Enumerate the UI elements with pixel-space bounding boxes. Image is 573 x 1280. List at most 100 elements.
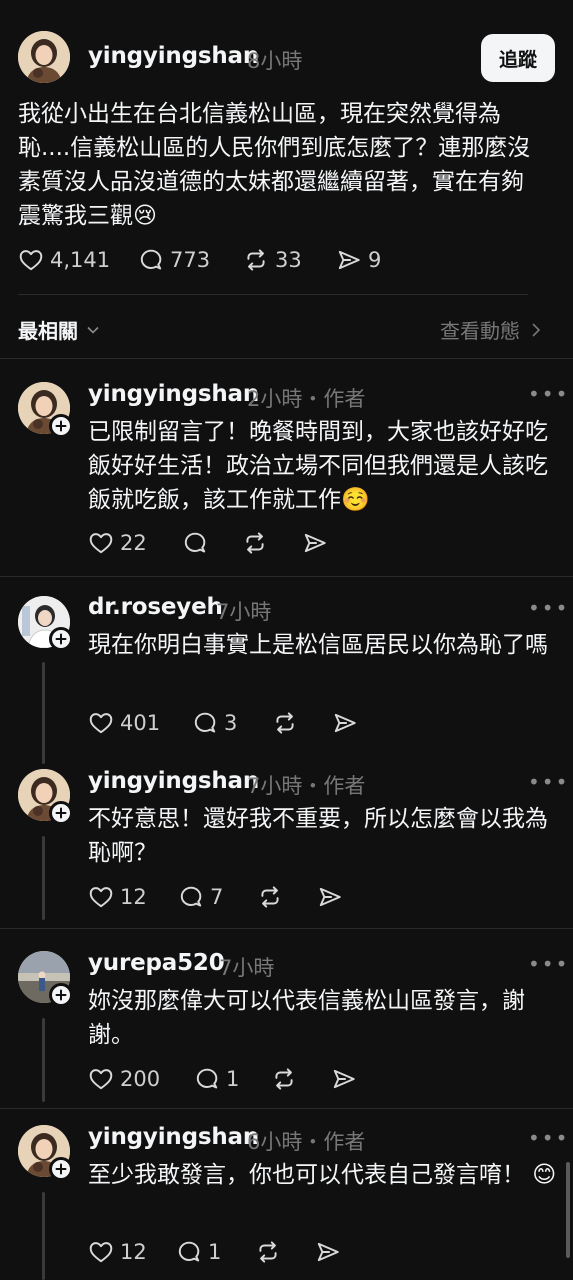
reply-time: 7小時・作者	[247, 770, 365, 800]
comment-bubble-icon	[178, 884, 204, 910]
divider	[0, 358, 573, 359]
post-like-button[interactable]: 4,141	[18, 247, 110, 273]
author-tag: ・作者	[302, 774, 366, 798]
chevron-right-icon	[532, 322, 541, 337]
reply-comment-button[interactable]: 3	[192, 710, 237, 736]
reply-time-value: 7小時	[247, 774, 303, 798]
reply-repost-button[interactable]	[271, 1066, 297, 1092]
thread-line	[42, 1192, 45, 1280]
reply-like-button[interactable]: 200	[88, 1066, 160, 1092]
send-icon	[332, 710, 358, 736]
reply-like-button[interactable]: 401	[88, 710, 160, 736]
post-author-avatar[interactable]	[18, 31, 70, 83]
author-tag: ・作者	[302, 1130, 366, 1154]
heart-icon	[88, 1066, 114, 1092]
heart-icon	[18, 247, 44, 273]
reply-comment-button[interactable]: 1	[194, 1066, 239, 1092]
post-share-button[interactable]: 9	[336, 247, 381, 273]
reply-text: 已限制留言了！晚餐時間到，大家也該好好吃飯好好生活！政治立場不同但我們還是人該吃…	[88, 419, 548, 513]
follow-plus-button[interactable]	[49, 801, 73, 825]
reply-username[interactable]: yingyingshan	[88, 381, 259, 407]
follow-plus-button[interactable]	[49, 1157, 73, 1181]
reply-username[interactable]: dr.roseyeh	[88, 594, 223, 620]
reply-like-count: 12	[120, 1240, 147, 1264]
send-icon	[336, 247, 362, 273]
reply-text: 至少我敢發言，你也可以代表自己發言唷！ 😊	[88, 1162, 557, 1188]
comment-bubble-icon	[192, 710, 218, 736]
reply-repost-button[interactable]	[255, 1239, 281, 1265]
reply-share-button[interactable]	[302, 530, 328, 556]
reply-share-button[interactable]	[331, 1066, 357, 1092]
reply-comment-button[interactable]: 1	[176, 1239, 221, 1265]
post-author-username[interactable]: yingyingshan	[88, 43, 259, 69]
post-repost-count: 33	[275, 248, 302, 272]
repost-icon	[257, 884, 283, 910]
plus-icon	[55, 633, 67, 645]
reply-time: 7小時	[216, 596, 271, 626]
divider	[18, 294, 528, 295]
avatar-image	[18, 31, 70, 83]
author-tag: ・作者	[302, 387, 366, 411]
comment-bubble-icon	[194, 1066, 220, 1092]
view-activity-label: 查看動態	[440, 319, 520, 343]
more-options-button[interactable]: •••	[528, 382, 569, 406]
reply-repost-button[interactable]	[272, 710, 298, 736]
post-repost-button[interactable]: 33	[243, 247, 302, 273]
scrollbar[interactable]	[566, 1162, 570, 1258]
reply-like-button[interactable]: 12	[88, 884, 147, 910]
view-activity-link[interactable]: 查看動態	[440, 315, 542, 344]
reply-text: 不好意思！還好我不重要，所以怎麼會以我為恥啊？	[88, 806, 548, 866]
send-icon	[331, 1066, 357, 1092]
repost-icon	[271, 1066, 297, 1092]
post-comment-button[interactable]: 773	[138, 247, 210, 273]
follow-plus-button[interactable]	[49, 414, 73, 438]
more-options-button[interactable]: •••	[528, 952, 569, 976]
reply-time-value: 7小時	[219, 956, 275, 980]
reply-like-count: 401	[120, 711, 161, 735]
reply-share-button[interactable]	[315, 1239, 341, 1265]
more-options-button[interactable]: •••	[528, 1126, 569, 1150]
reply-username[interactable]: yurepa520	[88, 950, 225, 976]
plus-icon	[55, 420, 67, 432]
reply-repost-button[interactable]	[242, 530, 268, 556]
reply-comment-button[interactable]	[182, 530, 214, 556]
reply-share-button[interactable]	[317, 884, 343, 910]
heart-icon	[88, 884, 114, 910]
reply-like-button[interactable]: 12	[88, 1239, 147, 1265]
reply-text: 妳沒那麼偉大可以代表信義松山區發言，謝謝。	[88, 988, 525, 1048]
plus-icon	[55, 989, 67, 1001]
reply-comment-count: 7	[210, 885, 224, 909]
sort-dropdown[interactable]: 最相關	[18, 315, 100, 344]
reply-username[interactable]: yingyingshan	[88, 768, 259, 794]
post-time: 8小時	[247, 49, 303, 73]
thread-line	[42, 836, 45, 920]
heart-icon	[88, 1239, 114, 1265]
send-icon	[315, 1239, 341, 1265]
heart-icon	[88, 710, 114, 736]
repost-icon	[242, 530, 268, 556]
more-options-button[interactable]: •••	[528, 770, 569, 794]
thread-line	[42, 1018, 45, 1102]
follow-plus-button[interactable]	[49, 983, 73, 1007]
follow-plus-button[interactable]	[49, 627, 73, 651]
reply-like-button[interactable]: 22	[88, 530, 147, 556]
repost-icon	[272, 710, 298, 736]
reply-share-button[interactable]	[332, 710, 358, 736]
post-text: 我從小出生在台北信義松山區，現在突然覺得為恥....信義松山區的人民你們到底怎麼…	[18, 101, 531, 229]
post-share-count: 9	[368, 248, 382, 272]
follow-button[interactable]: 追蹤	[481, 34, 555, 82]
reply-repost-button[interactable]	[257, 884, 283, 910]
reply-like-count: 22	[120, 531, 147, 555]
comment-bubble-icon	[138, 247, 164, 273]
reply-comment-count: 1	[208, 1240, 222, 1264]
chevron-down-icon	[87, 326, 99, 334]
reply-username[interactable]: yingyingshan	[88, 1124, 259, 1150]
reply-time: 2小時・作者	[247, 383, 365, 413]
reply-text: 現在你明白事實上是松信區居民以你為恥了嗎	[88, 632, 548, 658]
reply-comment-button[interactable]: 7	[178, 884, 223, 910]
divider	[0, 576, 573, 577]
plus-icon	[55, 1163, 67, 1175]
reply-like-count: 200	[120, 1067, 161, 1091]
reply-time-value: 2小時	[247, 387, 303, 411]
more-options-button[interactable]: •••	[528, 596, 569, 620]
